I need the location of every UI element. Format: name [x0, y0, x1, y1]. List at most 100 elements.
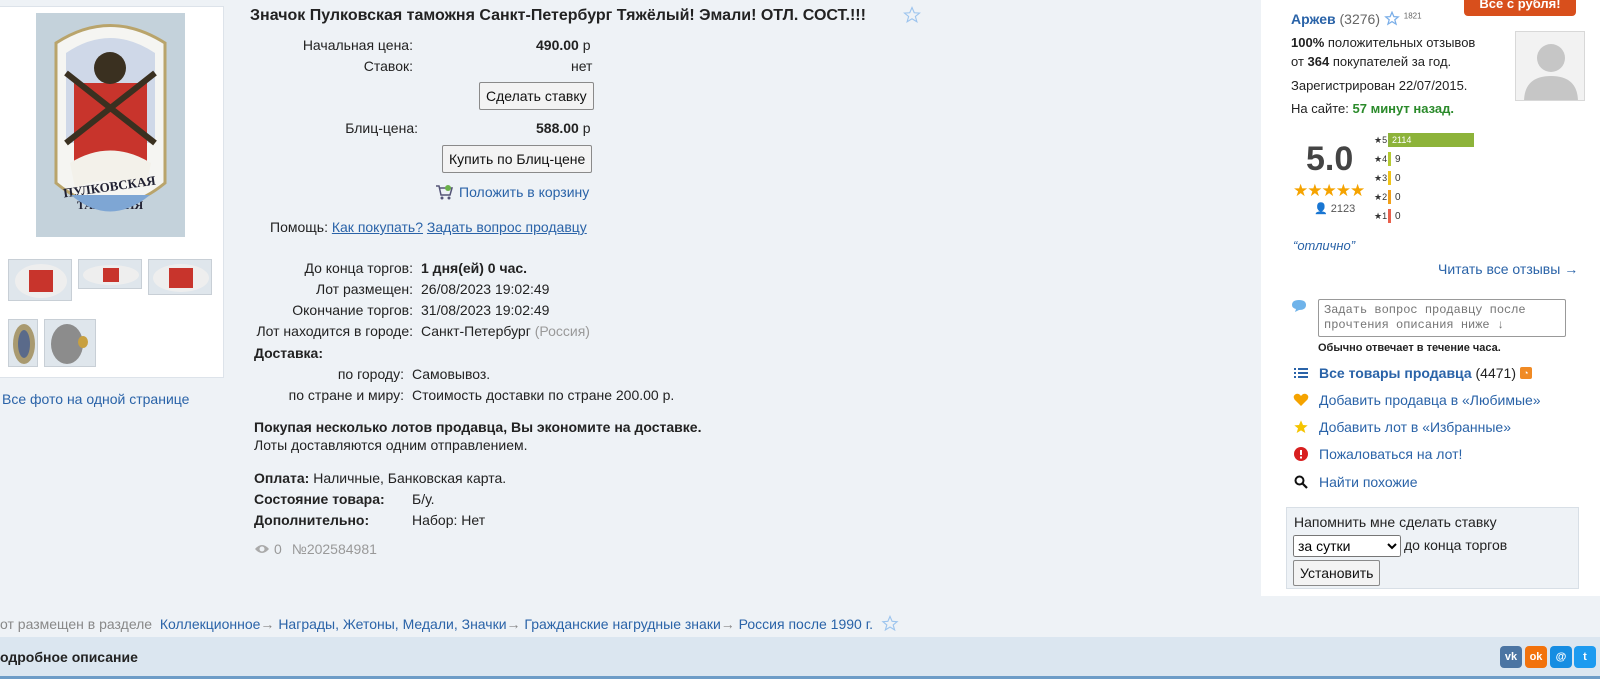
start-price-label: Начальная цена: [302, 37, 413, 53]
histogram-count: 0 [1395, 191, 1401, 203]
heart-icon [1293, 392, 1309, 408]
breadcrumb: от размещен в разделе Коллекционное→ Наг… [0, 614, 899, 632]
vk-share-icon[interactable]: vk [1500, 646, 1522, 668]
delivery-city-label: по городу: [337, 366, 404, 382]
place-bid-button[interactable]: Сделать ставку [479, 82, 594, 110]
seller-name-link[interactable]: Аржев [1291, 11, 1336, 27]
set-reminder-button[interactable]: Установить [1293, 560, 1381, 586]
photo-thumb[interactable] [8, 259, 72, 301]
photo-thumb[interactable] [78, 259, 142, 289]
breadcrumb-item[interactable]: Гражданские нагрудные знаки [524, 616, 720, 632]
rating-stars: ★★★★★ [1293, 181, 1365, 200]
histogram-bar [1388, 171, 1391, 185]
ends-in-value: 1 дня(ей) 0 час. [421, 260, 528, 276]
histogram-row-5: ★5 2114 [1374, 133, 1474, 147]
seller-name-row: Аржев (3276) 1821 [1291, 10, 1422, 27]
reply-time: Обычно отвечает в течение часа. [1318, 342, 1501, 354]
twitter-share-icon[interactable]: t [1574, 646, 1596, 668]
blitz-price-label: Блиц-цена: [345, 120, 418, 136]
add-seller-favorite-link[interactable]: Добавить продавца в «Любимые» [1293, 392, 1541, 408]
photo-gallery: ПУЛКОВСКАЯ ТАМОЖНЯ [0, 6, 224, 378]
help-row: Помощь: Как покупать? Задать вопрос прод… [270, 219, 587, 235]
condition-value: Б/у. [412, 491, 435, 507]
all-seller-items-link[interactable]: Все товары продавца (4471) ◔ [1293, 365, 1532, 381]
breadcrumb-item[interactable]: Награды, Жетоны, Медали, Значки [278, 616, 506, 632]
delivery-world-label: по стране и миру: [288, 387, 404, 403]
condition-label: Состояние товара: [254, 491, 385, 507]
bids-label: Ставок: [363, 58, 413, 74]
histogram-count: 9 [1395, 153, 1401, 165]
main-lot-photo[interactable]: ПУЛКОВСКАЯ ТАМОЖНЯ [36, 13, 185, 237]
mailru-share-icon[interactable]: @ [1550, 646, 1572, 668]
description-title: одробное описание [0, 649, 138, 665]
list-icon [1293, 365, 1309, 381]
review-quote: “отлично” [1293, 238, 1356, 253]
registered-date: Зарегистрирован 22/07/2015. [1291, 78, 1468, 93]
payment-row: Оплата: Наличные, Банковская карта. [254, 470, 507, 486]
photo-thumb[interactable] [44, 319, 96, 367]
cart-icon [436, 185, 453, 200]
bid-reminder: Напомнить мне сделать ставку за сутки до… [1286, 507, 1579, 589]
photo-thumb[interactable] [8, 319, 38, 367]
blitz-price: 588.00 р [536, 120, 591, 136]
seller-avatar[interactable] [1515, 31, 1585, 101]
histogram-row-3: ★3 0 [1374, 171, 1401, 185]
histogram-bar [1388, 152, 1391, 166]
end-label: Окончание торгов: [292, 302, 413, 318]
delivery-label: Доставка: [254, 345, 324, 361]
histogram-row-2: ★2 0 [1374, 190, 1401, 204]
positive-feedback: 100% положительных отзывов [1291, 35, 1476, 50]
report-lot-link[interactable]: Пожаловаться на лот! [1293, 446, 1462, 462]
reviewer-count: 👤 2123 [1314, 203, 1356, 215]
promo-tab[interactable]: Все с рубля! [1464, 0, 1576, 16]
find-similar-link[interactable]: Найти похожие [1293, 474, 1418, 490]
ok-share-icon[interactable]: ok [1525, 646, 1547, 668]
bids-value: нет [571, 58, 593, 74]
seller-rating: 5.0 [1306, 140, 1354, 178]
add-lot-favorite-link[interactable]: Добавить лот в «Избранные» [1293, 419, 1511, 435]
remind-label: Напомнить мне сделать ставку [1294, 514, 1497, 530]
remind-period-select[interactable]: за сутки [1293, 535, 1401, 557]
breadcrumb-item[interactable]: Россия после 1990 г. [739, 616, 873, 632]
subscribe-star-icon[interactable] [881, 614, 899, 632]
all-photos-link[interactable]: Все фото на одной странице [2, 391, 189, 407]
histogram-star-label: ★3 [1374, 172, 1388, 183]
ask-question-input[interactable] [1318, 299, 1566, 337]
histogram-row-1: ★1 0 [1374, 209, 1401, 223]
breadcrumb-item[interactable]: Коллекционное [160, 616, 261, 632]
lot-meta: 0 №202584981 [254, 541, 377, 557]
city-value: Санкт-Петербург (Россия) [421, 323, 590, 339]
buyers-count: от 364 покупателей за год. [1291, 54, 1452, 69]
delivery-world-value: Стоимость доставки по стране 200.00 р. [412, 387, 675, 403]
search-icon [1293, 474, 1309, 490]
extra-label: Дополнительно: [254, 512, 370, 528]
histogram-star-label: ★1 [1374, 210, 1388, 221]
lot-title: Значок Пулковская таможня Санкт-Петербур… [250, 7, 866, 24]
remind-suffix: до конца торгов [1404, 537, 1508, 553]
histogram-row-4: ★4 9 [1374, 152, 1401, 166]
buy-blitz-button[interactable]: Купить по Блиц-цене [442, 145, 593, 173]
histogram-star-label: ★2 [1374, 191, 1388, 202]
photo-thumb[interactable] [148, 259, 212, 295]
star-outline-icon [1384, 10, 1400, 26]
alert-icon [1293, 446, 1309, 462]
favorite-star-icon[interactable] [903, 6, 921, 24]
rss-icon[interactable]: ◔ [1519, 367, 1532, 379]
histogram-star-label: ★4 [1374, 153, 1388, 164]
extra-value: Набор: Нет [412, 512, 486, 528]
read-all-reviews-link[interactable]: Читать все отзывы → [1438, 261, 1578, 277]
star-icon [1293, 419, 1309, 435]
histogram-bar [1388, 190, 1391, 204]
how-to-buy-link[interactable]: Как покупать? [332, 219, 423, 235]
add-to-cart-link[interactable]: Положить в корзину [435, 184, 589, 200]
city-label: Лот находится в городе: [256, 323, 413, 339]
histogram-count: 0 [1395, 210, 1401, 222]
histogram-bar: 2114 [1388, 133, 1474, 147]
description-header: одробное описание vk ok @ t [0, 637, 1600, 679]
chat-bubble-icon [1292, 300, 1306, 312]
shipping-save-note: Покупая несколько лотов продавца, Вы эко… [254, 419, 702, 435]
eye-icon [255, 545, 269, 553]
lot-number: №202584981 [291, 541, 377, 557]
ask-seller-link[interactable]: Задать вопрос продавцу [427, 219, 587, 235]
shipping-combined-note: Лоты доставляются одним отправлением. [254, 437, 528, 453]
